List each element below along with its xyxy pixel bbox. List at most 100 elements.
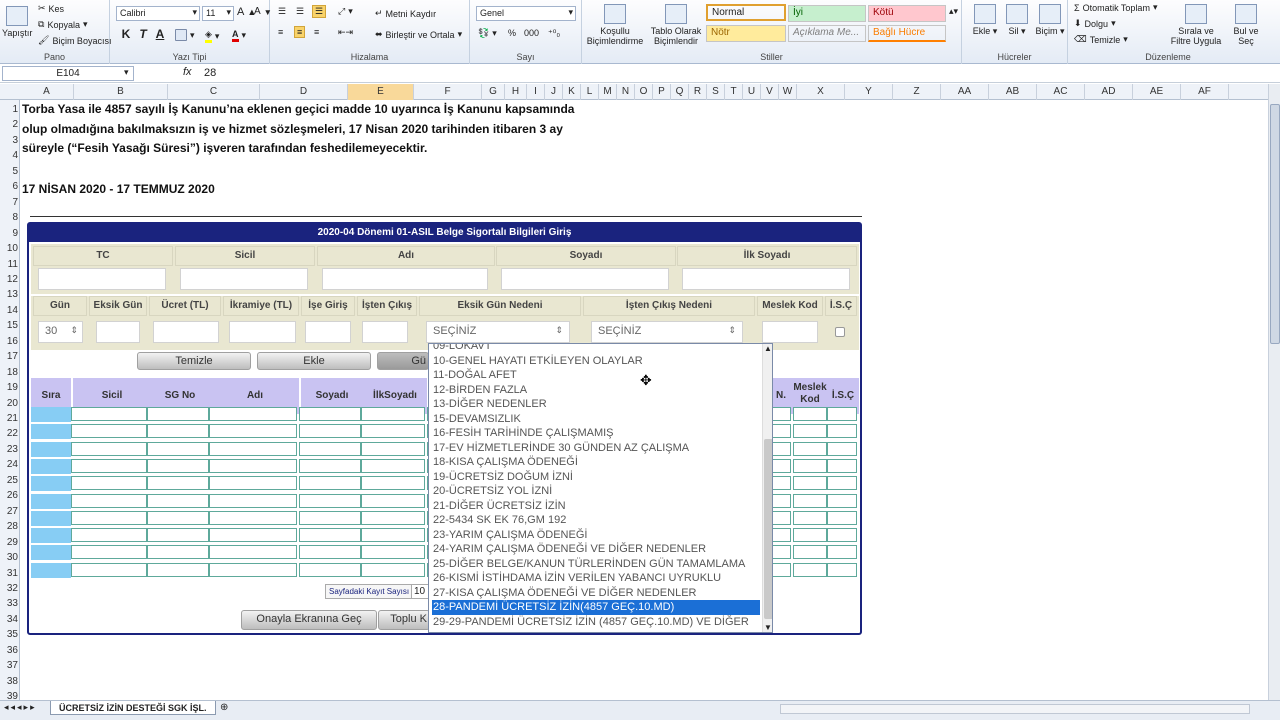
grid-cell[interactable] xyxy=(299,407,361,421)
column-header-R[interactable]: R xyxy=(689,84,707,100)
row-header-16[interactable]: 16 xyxy=(0,334,20,349)
align-top-button[interactable]: ☰ xyxy=(278,6,286,17)
dropdown-option[interactable]: 10-GENEL HAYATI ETKİLEYEN OLAYLAR xyxy=(432,354,643,369)
row-header-10[interactable]: 10 xyxy=(0,241,20,256)
input-soyadı[interactable] xyxy=(501,268,669,290)
dropdown-option[interactable]: 24-YARIM ÇALIŞMA ÖDENEĞİ VE DİĞER NEDENL… xyxy=(432,542,706,557)
grid-cell[interactable] xyxy=(299,458,361,473)
column-header-O[interactable]: O xyxy=(635,84,653,100)
grid-cell[interactable] xyxy=(361,510,425,525)
grid-cell[interactable] xyxy=(209,528,297,543)
row-header-4[interactable]: 4 xyxy=(0,148,20,163)
conditional-formatting-button[interactable]: Koşullu Biçimlendirme xyxy=(586,4,644,46)
underline-button[interactable]: A xyxy=(152,27,168,41)
dropdown-option[interactable]: 28-PANDEMİ ÜCRETSİZ İZİN(4857 GEÇ.10.MD) xyxy=(432,600,760,615)
input-i̇lk-soyadı[interactable] xyxy=(682,268,850,290)
grid-cell[interactable] xyxy=(299,493,361,508)
align-center-button[interactable]: ≡ xyxy=(294,26,306,38)
styles-more-button[interactable]: ▴▾ xyxy=(949,6,958,17)
grid-cell[interactable] xyxy=(147,441,209,456)
row-header-34[interactable]: 34 xyxy=(0,612,20,627)
grid-cell[interactable] xyxy=(147,528,209,543)
grid-cell[interactable] xyxy=(209,458,297,473)
row-header-18[interactable]: 18 xyxy=(0,365,20,380)
grid-cell[interactable] xyxy=(793,528,827,543)
merge-center-button[interactable]: ⬌ Birleştir ve Ortala ▾ xyxy=(375,29,462,40)
column-header-AE[interactable]: AE xyxy=(1133,84,1181,100)
column-header-H[interactable]: H xyxy=(505,84,527,100)
column-header-AB[interactable]: AB xyxy=(989,84,1037,100)
autosum-button[interactable]: Σ Otomatik Toplam ▾ xyxy=(1074,2,1157,13)
grid-cell[interactable] xyxy=(361,424,425,439)
grid-cell[interactable] xyxy=(71,424,147,439)
gun-input[interactable]: 30 ⇕ xyxy=(38,321,83,343)
column-header-E[interactable]: E xyxy=(348,84,414,100)
row-header-33[interactable]: 33 xyxy=(0,596,20,611)
fill-button[interactable]: ⬇ Dolgu ▾ xyxy=(1074,18,1116,29)
number-format-select[interactable]: Genel xyxy=(476,6,576,21)
column-header-B[interactable]: B xyxy=(74,84,168,100)
row-header-6[interactable]: 6 xyxy=(0,179,20,194)
column-header-G[interactable]: G xyxy=(482,84,505,100)
scroll-down-icon[interactable]: ▼ xyxy=(764,623,772,632)
grid-cell[interactable] xyxy=(827,493,857,508)
grid-cell[interactable] xyxy=(793,493,827,508)
confirm-screen-button[interactable]: Onayla Ekranına Geç xyxy=(241,610,377,630)
ikramiye-input[interactable] xyxy=(229,321,296,343)
dropdown-option[interactable]: 19-ÜCRETSİZ DOĞUM İZNİ xyxy=(432,470,573,485)
dropdown-option[interactable]: 17-EV HİZMETLERİNDE 30 GÜNDEN AZ ÇALIŞMA xyxy=(432,441,689,456)
grid-cell[interactable] xyxy=(71,510,147,525)
find-select-button[interactable]: Bul ve Seç xyxy=(1228,4,1264,46)
column-header-AD[interactable]: AD xyxy=(1085,84,1133,100)
clear-button[interactable]: ⌫ Temizle ▾ xyxy=(1074,34,1128,45)
row-header-7[interactable]: 7 xyxy=(0,195,20,210)
row-header-17[interactable]: 17 xyxy=(0,349,20,364)
column-header-A[interactable]: A xyxy=(20,84,74,100)
column-header-W[interactable]: W xyxy=(779,84,797,100)
grid-cell[interactable] xyxy=(209,424,297,439)
grid-cell[interactable] xyxy=(147,458,209,473)
eksik-gun-nedeni-select[interactable]: SEÇİNİZ ⇕ xyxy=(426,321,570,343)
column-header-C[interactable]: C xyxy=(168,84,260,100)
grid-cell[interactable] xyxy=(361,407,425,421)
row-header-29[interactable]: 29 xyxy=(0,535,20,550)
grid-cell[interactable] xyxy=(147,407,209,421)
orientation-button[interactable]: ⤢ ▾ xyxy=(338,6,353,17)
dropdown-option[interactable]: 22-5434 SK EK 76,GM 192 xyxy=(432,513,566,528)
column-header-J[interactable]: J xyxy=(545,84,563,100)
font-name-select[interactable]: Calibri xyxy=(116,6,200,21)
row-header-27[interactable]: 27 xyxy=(0,504,20,519)
row-header-20[interactable]: 20 xyxy=(0,396,20,411)
row-header-13[interactable]: 13 xyxy=(0,287,20,302)
dropdown-option[interactable]: 16-FESİH TARİHİNDE ÇALIŞMAMIŞ xyxy=(432,426,614,441)
row-header-25[interactable]: 25 xyxy=(0,473,20,488)
row-header-3[interactable]: 3 xyxy=(0,133,20,148)
row-header-26[interactable]: 26 xyxy=(0,488,20,503)
dropdown-option[interactable]: 11-DOĞAL AFET xyxy=(432,368,517,383)
eksik-gun-nedeni-dropdown[interactable]: 09-LOKAVT 10-GENEL HAYATI ETKİLEYEN OLAYL… xyxy=(428,343,773,633)
grid-cell[interactable] xyxy=(771,493,791,508)
grid-cell[interactable] xyxy=(827,545,857,560)
grid-cell[interactable] xyxy=(71,476,147,491)
new-sheet-icon[interactable]: ⊕ xyxy=(220,702,228,713)
grid-cell[interactable] xyxy=(209,562,297,577)
formula-input[interactable]: 28 xyxy=(204,67,216,79)
sheet-nav-arrows-icon[interactable]: ◂◂◂▸▸ xyxy=(4,702,37,713)
dropdown-option[interactable]: 23-YARIM ÇALIŞMA ÖDENEĞİ xyxy=(432,528,587,543)
grid-cell[interactable] xyxy=(147,493,209,508)
column-header-AF[interactable]: AF xyxy=(1181,84,1229,100)
scroll-up-icon[interactable]: ▲ xyxy=(764,344,772,353)
copy-button[interactable]: ⧉ Kopyala ▾ xyxy=(38,19,88,30)
column-header-Y[interactable]: Y xyxy=(845,84,893,100)
comma-button[interactable]: 000 xyxy=(524,28,539,38)
grid-cell[interactable] xyxy=(71,545,147,560)
cut-button[interactable]: ✂ Kes xyxy=(38,3,64,14)
grid-cell[interactable] xyxy=(361,476,425,491)
row-header-9[interactable]: 9 xyxy=(0,226,20,241)
column-header-V[interactable]: V xyxy=(761,84,779,100)
grid-cell[interactable] xyxy=(827,458,857,473)
dropdown-option[interactable]: 15-DEVAMSIZLIK xyxy=(432,412,521,427)
decimal-buttons[interactable]: ⁺⁰₀ xyxy=(548,28,560,39)
dropdown-option[interactable]: 20-ÜCRETSİZ YOL İZNİ xyxy=(432,484,552,499)
format-as-table-button[interactable]: Tablo Olarak Biçimlendir xyxy=(648,4,704,46)
